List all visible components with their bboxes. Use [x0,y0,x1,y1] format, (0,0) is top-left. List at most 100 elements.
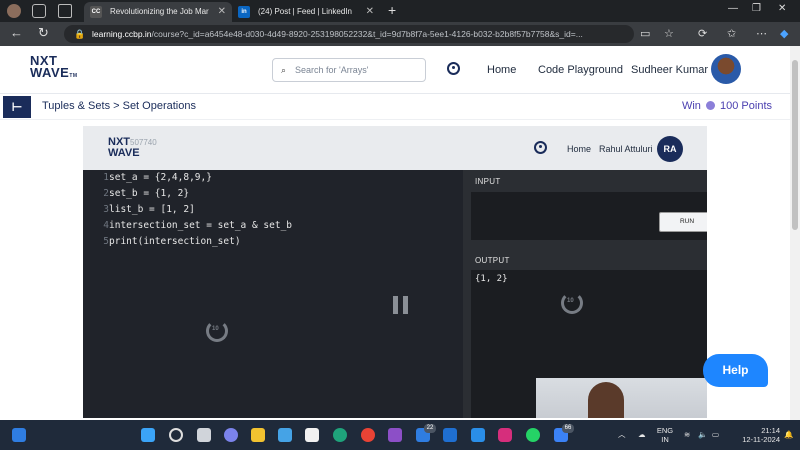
new-tab-icon[interactable]: + [388,2,396,18]
logo-tm: TM [69,73,78,79]
extensions-icon[interactable]: ⟳ [698,27,707,40]
video-watermark-id: 507740 [130,138,157,147]
output-value: {1, 2} [475,274,508,284]
tray-chevron-icon[interactable]: ︿ [618,430,626,439]
wifi-icon[interactable]: ≋ [684,430,690,439]
search-input[interactable]: ⌕ Search for 'Arrays' [272,58,426,82]
battery-icon[interactable]: ▭ [712,430,719,439]
sidebar-toggle-icon[interactable]: ⊢ [3,96,31,118]
address-bar-row: ← ↻ 🔒 learning.ccbp.in/course?c_id=a6454… [0,22,800,46]
line-number: 5 [103,236,109,247]
nxtwave-logo[interactable]: NXT WAVETM [30,54,78,82]
scrollbar-thumb[interactable] [792,60,798,230]
nav-code-playground-link[interactable]: Code Playground [538,64,623,76]
breadcrumb[interactable]: Tuples & Sets > Set Operations [42,100,196,112]
tab-nxtwave[interactable]: CC Revolutionizing the Job Mar ✕ [84,2,232,22]
nav-home-link[interactable]: Home [487,64,516,76]
url-host: learning.ccbp.in [92,29,152,39]
tab-actions-icon[interactable] [58,4,72,18]
code-line: 4 intersection_set = set_a & set_b [83,218,463,234]
outlook-icon[interactable] [443,428,457,442]
code-text: set_a = {2,4,8,9,} [109,172,212,183]
rewind-10-icon[interactable]: 10 [206,320,228,342]
tab-title: Revolutionizing the Job Mar [110,7,209,16]
video-user-initials: RA [657,136,683,162]
page-scrollbar[interactable] [790,46,800,420]
help-button[interactable]: Help [703,354,768,387]
app-icon[interactable] [388,428,402,442]
code-text: set_b = {1, 2} [109,188,190,199]
workspaces-icon[interactable] [32,4,46,18]
code-line: 2 set_b = {1, 2} [83,186,463,202]
refresh-icon[interactable]: ↻ [38,25,49,41]
browser-tab-strip: CC Revolutionizing the Job Mar ✕ in (24)… [0,0,800,22]
instagram-icon[interactable] [498,428,512,442]
menu-dots-icon[interactable]: ⋯ [756,27,767,40]
instructor-webcam [536,378,707,418]
lock-icon: 🔒 [74,29,86,39]
whatsapp-icon[interactable] [526,428,540,442]
teams-icon[interactable] [224,428,238,442]
search-icon[interactable] [169,428,183,442]
output-label: OUTPUT [475,256,510,265]
store-icon[interactable] [305,428,319,442]
restore-icon[interactable]: ❐ [752,3,761,14]
logo-bottom-text: WAVE [30,65,70,80]
input-box: RUN [471,192,707,240]
notepad-icon[interactable] [278,428,292,442]
code-editor: 1 set_a = {2,4,8,9,} 2 set_b = {1, 2} 3 lis… [83,170,463,418]
chrome-icon[interactable] [361,428,375,442]
widgets-icon[interactable] [12,428,26,442]
task-view-icon[interactable] [197,428,211,442]
line-number: 1 [103,172,109,183]
video-home-link: Home [567,144,592,154]
run-button: RUN [659,212,707,232]
close-tab-icon[interactable]: ✕ [366,2,374,22]
line-number: 2 [103,188,109,199]
minimize-icon[interactable]: — [728,3,738,14]
clock[interactable]: 21:14 12-11-2024 [728,426,780,444]
screen-icon[interactable]: ▭ [640,27,650,40]
edge-icon[interactable] [333,428,347,442]
mail-badge: 22 [424,424,436,433]
volume-icon[interactable]: 🔈 [698,430,707,439]
tab-title: (24) Post | Feed | LinkedIn [258,7,352,16]
chat-badge: 66 [562,424,574,433]
language-top: ENG [656,426,674,435]
video-app-header: NXT507740 WAVE Home Rahul Attuluri RA [83,126,707,170]
favorite-star-icon[interactable]: ☆ [664,27,674,40]
site-header: NXT WAVETM ⌕ Search for 'Arrays' Home Co… [0,46,790,94]
file-explorer-icon[interactable] [251,428,265,442]
lesson-video-player[interactable]: NXT507740 WAVE Home Rahul Attuluri RA 1s… [83,126,707,418]
timer-icon[interactable] [447,62,460,75]
language-indicator[interactable]: ENG IN [654,426,676,444]
close-window-icon[interactable]: ✕ [778,3,786,14]
tab-linkedin[interactable]: in (24) Post | Feed | LinkedIn ✕ [232,2,380,22]
search-icon: ⌕ [281,65,287,75]
clock-date: 12-11-2024 [742,435,780,444]
profile-avatar-icon[interactable] [7,4,21,18]
user-avatar[interactable] [711,54,741,84]
video-logo-bottom: WAVE [108,147,140,159]
url-path: /course?c_id=a6454e48-d030-4d49-8920-253… [151,29,583,39]
coin-icon [705,101,715,110]
code-text: print(intersection_set) [109,236,241,247]
cloud-icon[interactable]: ☁ [638,430,646,439]
url-field[interactable]: 🔒 learning.ccbp.in/course?c_id=a6454e48-… [64,25,634,43]
instructor-figure [588,382,624,418]
close-tab-icon[interactable]: ✕ [218,2,226,22]
notification-bell-icon[interactable]: 🔔 [784,430,793,439]
favorites-icon[interactable]: ✩ [727,27,736,40]
input-label: INPUT [475,177,501,186]
copilot-icon[interactable]: ◆ [780,27,788,40]
timer-icon [534,141,547,154]
reward-prefix: Win [681,100,701,112]
back-arrow-icon[interactable]: ← [10,25,23,40]
forward-10-icon[interactable]: 10 [561,292,583,314]
start-icon[interactable] [141,428,155,442]
reward-points-value: 100 Points [720,100,772,112]
pause-icon[interactable] [392,296,410,314]
user-name[interactable]: Sudheer Kumar [631,64,708,76]
vscode-icon[interactable] [471,428,485,442]
reward-points: Win 100 Points [682,100,772,112]
